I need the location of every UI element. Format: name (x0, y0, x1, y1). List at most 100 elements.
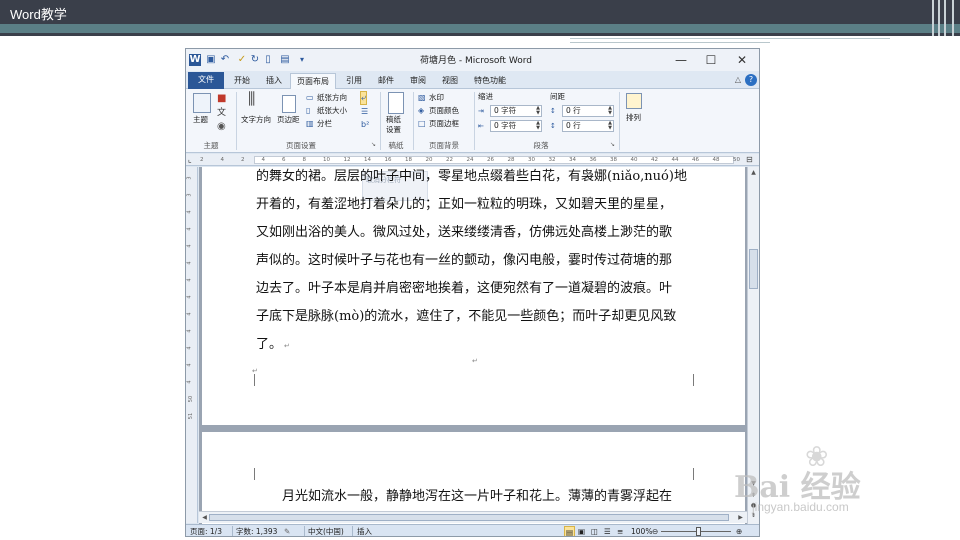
insert-mode-status[interactable]: 插入 (357, 526, 372, 536)
draft-settings-button[interactable]: 稿纸 设置 (386, 115, 401, 135)
tab-home[interactable]: 开始 (228, 73, 256, 89)
zoom-level[interactable]: 100% (631, 526, 652, 536)
ribbon-separator (380, 92, 381, 150)
spacing-after-input[interactable]: 0 行 ▲ ▼ (562, 120, 614, 132)
orientation-button[interactable]: 纸张方向 (317, 93, 347, 103)
zoom-out-icon[interactable]: ⊖ (652, 526, 658, 536)
undo-icon[interactable]: ↶ (219, 54, 231, 66)
text-line[interactable]: 边去了。叶子本是肩并肩密密地挨着，这便宛然有了一道凝碧的波痕。叶 (256, 281, 672, 297)
page-color-icon[interactable]: ◈ (418, 105, 424, 117)
tab-page-layout[interactable]: 页面布局 (290, 73, 336, 89)
web-layout-icon[interactable]: ◫ (591, 526, 598, 536)
page-color-button[interactable]: 页面颜色 (429, 106, 459, 116)
tab-review[interactable]: 审阅 (404, 73, 432, 89)
help-icon[interactable]: ? (745, 74, 757, 86)
scroll-right-icon[interactable]: ▶ (736, 513, 745, 523)
minimize-button[interactable]: — (666, 51, 696, 69)
text-line[interactable]: 了。 (256, 337, 282, 353)
customize-toolbar-icon[interactable]: ▾ (296, 54, 308, 66)
page-borders-button[interactable]: 页面边框 (429, 119, 459, 129)
tab-mailings[interactable]: 邮件 (372, 73, 400, 89)
theme-fonts-icon[interactable]: 文 (217, 107, 226, 119)
full-screen-reading-icon[interactable]: ▣ (578, 526, 585, 536)
spacing-before-input[interactable]: 0 行 ▲ ▼ (562, 105, 614, 117)
spinner-arrows-icon[interactable]: ▲ ▼ (536, 106, 540, 116)
vruler-tick: 4 (186, 244, 193, 248)
tab-selector-icon[interactable]: ⌞ (188, 154, 192, 166)
paper-size-icon[interactable]: ▯ (306, 105, 310, 117)
language-status[interactable]: 中文(中国) (308, 526, 344, 536)
tab-file[interactable]: 文件 (188, 72, 224, 89)
arrange-button[interactable]: 排列 (626, 113, 641, 123)
word-app-icon[interactable]: W (189, 54, 201, 66)
ruler-tick: 38 (610, 157, 617, 163)
tab-special-features[interactable]: 特色功能 (470, 73, 510, 89)
tab-references[interactable]: 引用 (340, 73, 368, 89)
outline-view-icon[interactable]: ☰ (604, 526, 611, 536)
spinner-arrows-icon[interactable]: ▲ ▼ (536, 121, 540, 131)
close-button[interactable]: ✕ (727, 51, 757, 69)
paragraph-dialog-launcher-icon[interactable]: ↘ (610, 139, 615, 151)
new-document-icon[interactable]: ▯ (262, 54, 274, 66)
scroll-left-icon[interactable]: ◀ (200, 513, 209, 523)
page-border-icon[interactable]: □ (418, 118, 426, 130)
print-layout-view-icon[interactable]: ▤ (564, 526, 576, 536)
format-painter-icon[interactable]: ✓ (236, 54, 248, 66)
horizontal-scroll-thumb[interactable] (209, 514, 729, 521)
page-count-status[interactable]: 页面: 1/3 (190, 526, 222, 536)
hyphenation-icon[interactable]: b² (361, 119, 369, 131)
columns-icon[interactable]: ▥ (306, 118, 314, 130)
indent-right-input[interactable]: 0 字符 ▲ ▼ (490, 120, 542, 132)
zoom-slider-knob[interactable] (696, 527, 701, 536)
vruler-tick: 4 (186, 295, 193, 299)
page-1[interactable]: 取消分栏符 的舞女的裙。层层的叶子中间，零星地点缀着些白花，有袅娜(niǎo,n… (202, 167, 745, 425)
paper-size-button[interactable]: 纸张大小 (317, 106, 347, 116)
themes-icon[interactable] (193, 93, 211, 113)
draft-view-icon[interactable]: ≡ (617, 526, 623, 536)
vertical-ruler[interactable]: 3 3 4 4 4 4 4 4 4 4 4 4 4 50 51 (186, 167, 198, 523)
scroll-up-icon[interactable]: ▲ (749, 168, 758, 178)
orientation-icon[interactable]: ▭ (306, 92, 314, 104)
zoom-in-icon[interactable]: ⊕ (736, 526, 742, 536)
text-direction-button[interactable]: 文字方向 (241, 115, 271, 125)
text-line[interactable]: 开着的，有羞涩地打着朵儿的；正如一粒粒的明珠，又如碧天里的星星， (256, 197, 672, 213)
breaks-icon[interactable]: ⤶ (360, 91, 368, 105)
text-line[interactable]: 声似的。这时候叶子与花也有一丝的颤动，像闪电般，霎时传过荷塘的那 (256, 253, 672, 269)
text-direction-icon[interactable]: ⫼ (248, 91, 255, 107)
draft-paper-icon[interactable] (388, 92, 404, 114)
view-ruler-icon[interactable]: ⊟ (746, 154, 753, 166)
watermark-icon[interactable]: ▧ (418, 92, 426, 104)
ribbon-separator (474, 92, 475, 150)
theme-colors-icon[interactable]: ■ (217, 93, 226, 105)
vertical-scroll-thumb[interactable] (749, 249, 758, 289)
redo-icon[interactable]: ↻ (249, 54, 261, 66)
tab-insert[interactable]: 插入 (260, 73, 288, 89)
margins-icon[interactable] (282, 95, 296, 113)
text-line[interactable]: 月光如流水一般，静静地泻在这一片叶子和花上。薄薄的青雾浮起在 (282, 489, 672, 505)
columns-button[interactable]: 分栏 (317, 119, 332, 129)
indent-left-input[interactable]: 0 字符 ▲ ▼ (490, 105, 542, 117)
watermark-button[interactable]: 水印 (429, 93, 444, 103)
page-setup-dialog-launcher-icon[interactable]: ↘ (371, 139, 376, 151)
minimize-ribbon-icon[interactable]: △ (732, 74, 744, 86)
word-count-status[interactable]: 字数: 1,393 (236, 526, 277, 536)
line-numbers-icon[interactable]: ☰ (361, 106, 368, 118)
horizontal-scrollbar[interactable]: ◀ ▶ (199, 511, 747, 523)
maximize-button[interactable]: ☐ (696, 51, 726, 69)
save-icon[interactable]: ▣ (205, 54, 217, 66)
arrange-icon[interactable] (626, 93, 642, 109)
crop-mark (254, 468, 255, 480)
text-line[interactable]: 的舞女的裙。层层的叶子中间，零星地点缀着些白花，有袅娜(niǎo,nuó)地 (256, 169, 687, 185)
text-line[interactable]: 又如刚出浴的美人。微风过处，送来缕缕清香，仿佛远处高楼上渺茫的歌 (256, 225, 672, 241)
spinner-arrows-icon[interactable]: ▲ ▼ (608, 121, 612, 131)
themes-button[interactable]: 主题 (193, 115, 208, 125)
print-preview-icon[interactable]: ▤ (279, 54, 291, 66)
spinner-arrows-icon[interactable]: ▲ ▼ (608, 106, 612, 116)
document-area[interactable]: 取消分栏符 的舞女的裙。层层的叶子中间，零星地点缀着些白花，有袅娜(niǎo,n… (199, 167, 747, 524)
tab-view[interactable]: 视图 (436, 73, 464, 89)
margins-button[interactable]: 页边距 (277, 115, 300, 125)
theme-effects-icon[interactable]: ◉ (217, 121, 226, 133)
proofing-icon[interactable]: ✎ (284, 526, 290, 536)
text-line[interactable]: 子底下是脉脉(mò)的流水，遮住了，不能见一些颜色；而叶子却更见风致 (256, 309, 676, 325)
horizontal-ruler[interactable]: ⌞ 2 4 2 4 6 8 10 12 14 16 18 20 22 24 26 28 30 32 34 36 38 40… (186, 154, 759, 166)
